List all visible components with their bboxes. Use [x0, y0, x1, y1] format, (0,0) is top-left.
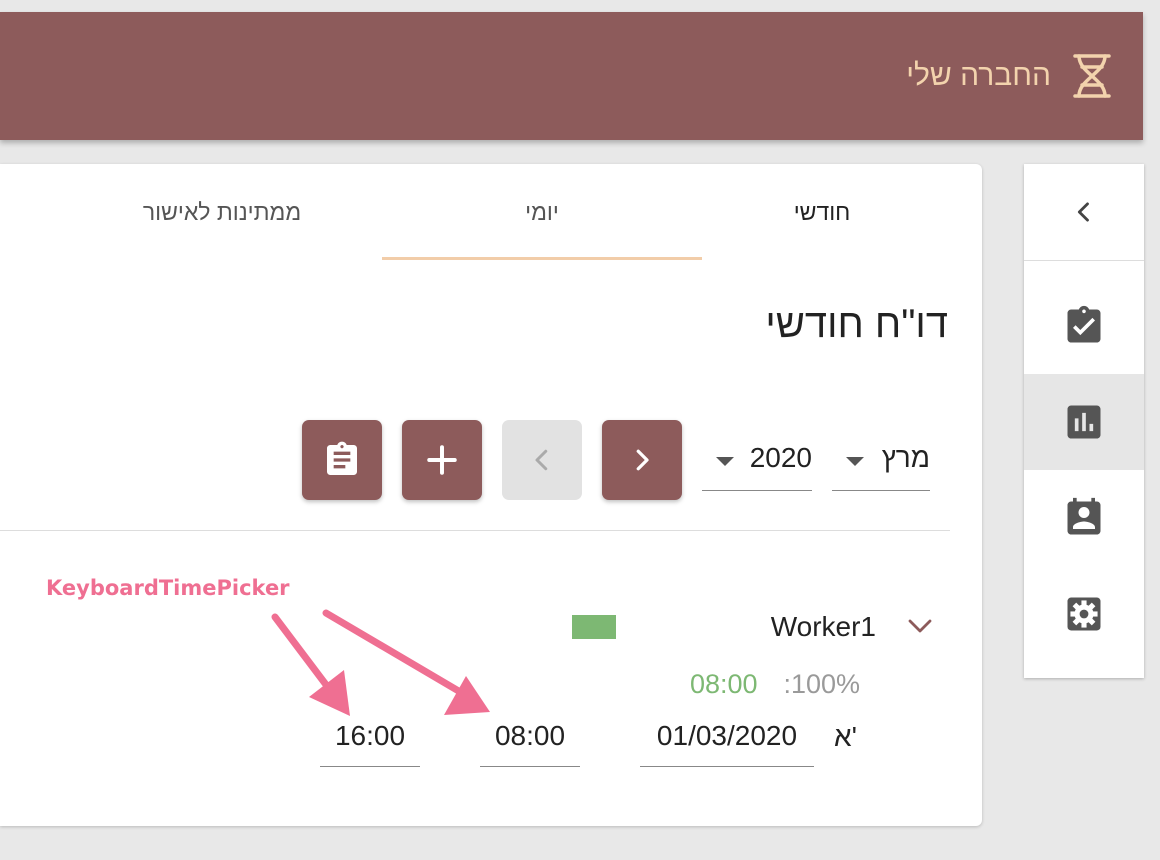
annotation-arrows: [271, 609, 490, 716]
